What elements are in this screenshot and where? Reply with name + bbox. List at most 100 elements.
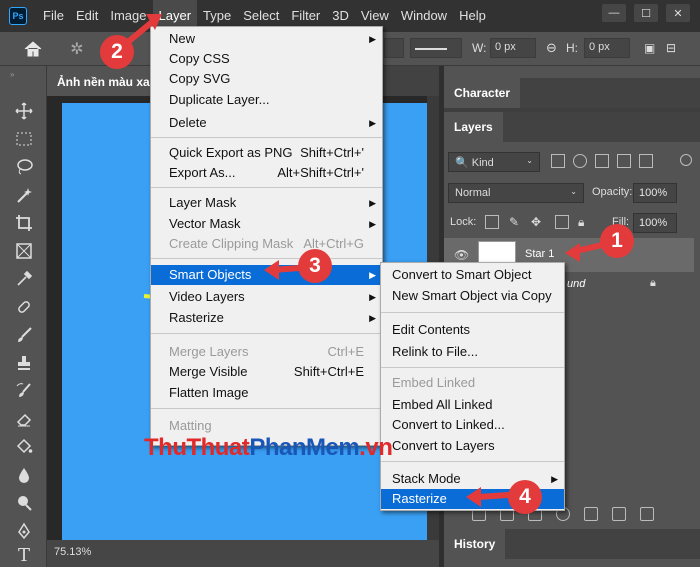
lasso-tool-icon[interactable] <box>13 156 35 178</box>
menu-item-convert-to-linked[interactable]: Convert to Linked... <box>381 415 564 435</box>
minimize-icon[interactable]: — <box>602 4 626 22</box>
type-tool-icon[interactable]: T <box>13 544 35 566</box>
lock-position-icon[interactable]: ✥ <box>531 215 545 229</box>
menu-item-convert-to-smart-object[interactable]: Convert to Smart Object <box>381 265 564 285</box>
document-tab[interactable]: Ảnh nền màu xa <box>47 66 152 96</box>
filter-smart-object-icon[interactable] <box>639 154 653 168</box>
smart-objects-submenu: Convert to Smart Object New Smart Object… <box>380 262 565 511</box>
menu-item-matting[interactable]: Matting <box>151 416 382 436</box>
layer-filter-dropdown[interactable]: 🔍 Kind ⌄ <box>448 152 540 172</box>
tab-character[interactable]: Character <box>444 78 521 108</box>
menu-item-smart-objects[interactable]: Smart Objects ▶ <box>151 265 382 285</box>
path-alignment-icon[interactable]: ⊟ <box>666 41 676 55</box>
maximize-icon[interactable]: ☐ <box>634 4 658 22</box>
menu-window[interactable]: Window <box>395 0 453 32</box>
status-bar: 75.13% <box>47 540 439 567</box>
height-input[interactable]: 0 px <box>584 38 630 58</box>
lock-all-icon[interactable]: 🔒︎ <box>578 215 592 229</box>
filter-shape-icon[interactable] <box>617 154 631 168</box>
menu-item-label: Create Clipping Mask <box>169 236 294 251</box>
new-group-icon[interactable] <box>584 507 598 521</box>
path-operations-icon[interactable]: ▣ <box>644 41 655 55</box>
menu-item-embed-all-linked[interactable]: Embed All Linked <box>381 395 564 415</box>
menu-item-merge-visible[interactable]: Merge Visible Shift+Ctrl+E <box>151 362 382 382</box>
menu-item-quick-export[interactable]: Quick Export as PNG Shift+Ctrl+' <box>151 143 382 163</box>
menu-item-convert-to-layers[interactable]: Convert to Layers <box>381 436 564 456</box>
tab-history[interactable]: History <box>444 529 506 559</box>
width-input[interactable]: 0 px <box>490 38 536 58</box>
dodge-tool-icon[interactable] <box>13 492 35 514</box>
menu-image[interactable]: Image <box>104 0 152 32</box>
menu-item-label: Copy SVG <box>169 71 231 86</box>
expand-toolbar-icon[interactable]: » <box>10 70 14 79</box>
marquee-tool-icon[interactable] <box>13 128 35 150</box>
move-tool-icon[interactable] <box>13 100 35 122</box>
menu-item-label: Edit Contents <box>392 322 471 337</box>
delete-layer-icon[interactable] <box>640 507 654 521</box>
menu-item-label: Matting <box>169 418 212 433</box>
tab-layers[interactable]: Layers <box>444 112 503 142</box>
healing-brush-tool-icon[interactable] <box>13 296 35 318</box>
menu-item-label: Rasterize <box>392 491 447 506</box>
home-icon[interactable] <box>22 39 44 59</box>
menu-item-relink-to-file[interactable]: Relink to File... <box>381 342 564 362</box>
zoom-level[interactable]: 75.13% <box>54 546 91 558</box>
menu-item-clipping-mask[interactable]: Create Clipping Mask Alt+Ctrl+G <box>151 234 382 254</box>
menu-item-delete[interactable]: Delete ▶ <box>151 113 382 133</box>
menu-item-edit-contents[interactable]: Edit Contents <box>381 320 564 340</box>
menu-item-rasterize[interactable]: Rasterize ▶ <box>151 308 382 328</box>
submenu-arrow-icon: ▶ <box>369 313 376 323</box>
menu-item-copy-svg[interactable]: Copy SVG <box>151 69 382 89</box>
menu-item-merge-layers[interactable]: Merge Layers Ctrl+E <box>151 342 382 362</box>
crop-tool-icon[interactable] <box>13 212 35 234</box>
opacity-input[interactable]: 100% <box>633 183 677 203</box>
menu-item-label: Layer Mask <box>169 195 237 210</box>
eraser-tool-icon[interactable] <box>13 408 35 430</box>
menu-item-flatten-image[interactable]: Flatten Image <box>151 383 382 403</box>
menu-item-new-smart-object-via-copy[interactable]: New Smart Object via Copy <box>381 286 564 306</box>
magic-wand-tool-icon[interactable] <box>13 184 35 206</box>
tool-preset-icon[interactable]: ✲ <box>66 39 88 59</box>
menu-item-embed-linked[interactable]: Embed Linked <box>381 373 564 393</box>
link-icon[interactable]: ⊖ <box>546 40 557 56</box>
menu-item-copy-css[interactable]: Copy CSS <box>151 49 382 69</box>
filter-type-icon[interactable] <box>595 154 609 168</box>
paint-bucket-tool-icon[interactable] <box>13 436 35 458</box>
close-icon[interactable]: ✕ <box>666 4 690 22</box>
menu-item-vector-mask[interactable]: Vector Mask ▶ <box>151 214 382 234</box>
brush-tool-icon[interactable] <box>13 324 35 346</box>
menu-file[interactable]: File <box>37 0 70 32</box>
lock-artboard-icon[interactable] <box>555 215 569 229</box>
menu-item-duplicate-layer[interactable]: Duplicate Layer... <box>151 90 382 110</box>
stroke-type-dropdown[interactable] <box>384 38 404 58</box>
history-brush-tool-icon[interactable] <box>13 380 35 402</box>
lock-transparency-icon[interactable] <box>485 215 499 229</box>
menu-item-video-layers[interactable]: Video Layers ▶ <box>151 287 382 307</box>
opacity-label: Opacity: <box>592 186 633 198</box>
stroke-style-dropdown[interactable] <box>410 38 462 58</box>
menu-separator <box>151 258 382 259</box>
clone-stamp-tool-icon[interactable] <box>13 352 35 374</box>
menu-separator <box>381 461 564 462</box>
menu-help[interactable]: Help <box>453 0 492 32</box>
menu-separator <box>381 312 564 313</box>
frame-tool-icon[interactable] <box>13 240 35 262</box>
filter-pixel-icon[interactable] <box>551 154 565 168</box>
eyedropper-tool-icon[interactable] <box>13 268 35 290</box>
lock-image-icon[interactable]: ✎ <box>509 215 523 229</box>
fill-input[interactable]: 100% <box>633 213 677 233</box>
blur-tool-icon[interactable] <box>13 464 35 486</box>
layer-name: und <box>567 278 586 290</box>
filter-toggle-icon[interactable] <box>680 154 692 166</box>
menu-edit[interactable]: Edit <box>70 0 104 32</box>
blend-mode-dropdown[interactable]: Normal ⌄ <box>448 183 584 203</box>
new-layer-icon[interactable] <box>612 507 626 521</box>
menu-item-export-as[interactable]: Export As... Alt+Shift+Ctrl+' <box>151 163 382 183</box>
menu-item-label: Relink to File... <box>392 344 478 359</box>
menu-item-layer-mask[interactable]: Layer Mask ▶ <box>151 193 382 213</box>
pen-tool-icon[interactable] <box>13 520 35 542</box>
filter-adjustment-icon[interactable] <box>573 154 587 168</box>
menu-item-new[interactable]: New ▶ <box>151 29 382 49</box>
menu-item-label: Convert to Linked... <box>392 417 505 432</box>
visibility-eye-icon[interactable]: 👁︎ <box>454 248 469 262</box>
